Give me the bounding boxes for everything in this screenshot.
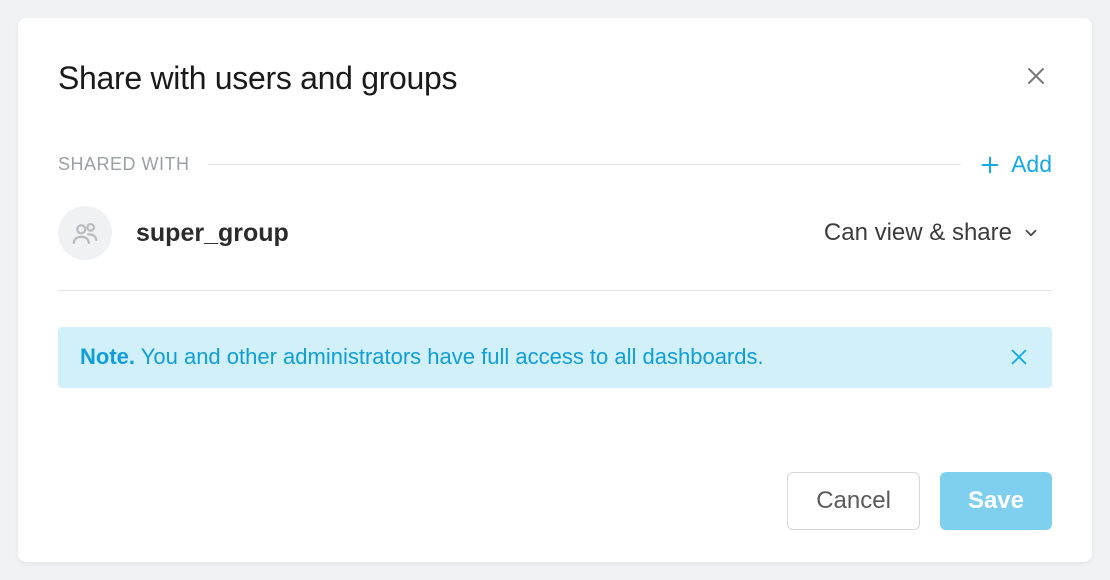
permission-dropdown[interactable]: Can view & share	[824, 219, 1040, 247]
note-text: Note. You and other administrators have …	[80, 343, 764, 372]
close-icon	[1008, 346, 1030, 368]
divider	[58, 290, 1052, 291]
close-button[interactable]	[1020, 60, 1052, 92]
group-name: super_group	[136, 219, 824, 248]
group-avatar	[58, 206, 112, 260]
note-prefix: Note.	[80, 344, 135, 369]
chevron-down-icon	[1022, 224, 1040, 242]
plus-icon	[979, 154, 1001, 176]
modal-title: Share with users and groups	[58, 60, 457, 97]
divider-line	[208, 164, 962, 165]
add-button[interactable]: Add	[979, 151, 1052, 178]
share-row: super_group Can view & share	[58, 206, 1052, 290]
group-icon	[70, 218, 100, 248]
note-banner: Note. You and other administrators have …	[58, 327, 1052, 388]
shared-with-header: SHARED WITH Add	[58, 151, 1052, 178]
modal-footer: Cancel Save	[58, 440, 1052, 530]
note-close-button[interactable]	[1008, 346, 1030, 368]
note-body: You and other administrators have full a…	[135, 344, 764, 369]
save-button[interactable]: Save	[940, 472, 1052, 530]
share-modal: Share with users and groups SHARED WITH …	[18, 18, 1092, 562]
modal-header: Share with users and groups	[58, 60, 1052, 97]
add-label: Add	[1011, 151, 1052, 178]
section-label: SHARED WITH	[58, 154, 190, 175]
permission-label: Can view & share	[824, 219, 1012, 247]
cancel-button[interactable]: Cancel	[787, 472, 920, 530]
close-icon	[1024, 64, 1048, 88]
